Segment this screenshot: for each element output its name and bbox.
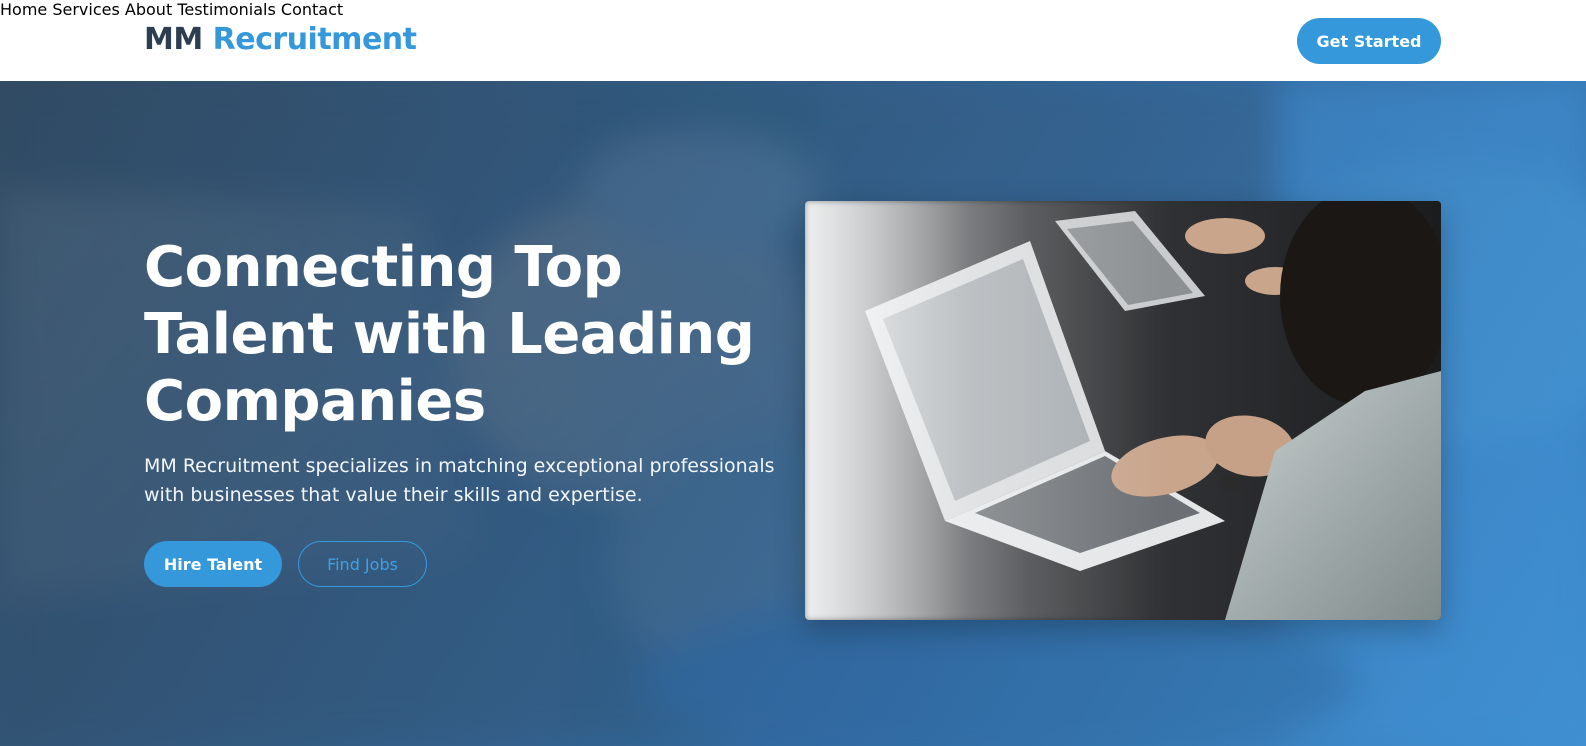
nav-testimonials-link[interactable]: Testimonials [177, 0, 276, 19]
find-jobs-button[interactable]: Find Jobs [298, 541, 427, 587]
hero-subtext: MM Recruitment specializes in matching e… [144, 455, 775, 506]
nav-about-link[interactable]: About [125, 0, 172, 19]
laptop-workspace-image [805, 201, 1441, 620]
get-started-button[interactable]: Get Started [1297, 18, 1441, 64]
hero-section: Connecting Top Talent with Leading Compa… [0, 81, 1586, 746]
brand-name-part2: Recruitment [212, 22, 417, 57]
brand-name-part1: MM [144, 22, 203, 57]
site-header: MM Recruitment Home Services About Testi… [0, 0, 1586, 81]
hire-talent-button[interactable]: Hire Talent [144, 541, 282, 587]
brand-logo[interactable]: MM Recruitment [144, 22, 417, 58]
hero-headline: Connecting Top Talent with Leading Compa… [144, 235, 755, 434]
nav-home-link[interactable]: Home [0, 0, 47, 19]
nav-services-link[interactable]: Services [52, 0, 119, 19]
laptop-photo-illustration [805, 201, 1441, 620]
nav-contact-link[interactable]: Contact [281, 0, 343, 19]
